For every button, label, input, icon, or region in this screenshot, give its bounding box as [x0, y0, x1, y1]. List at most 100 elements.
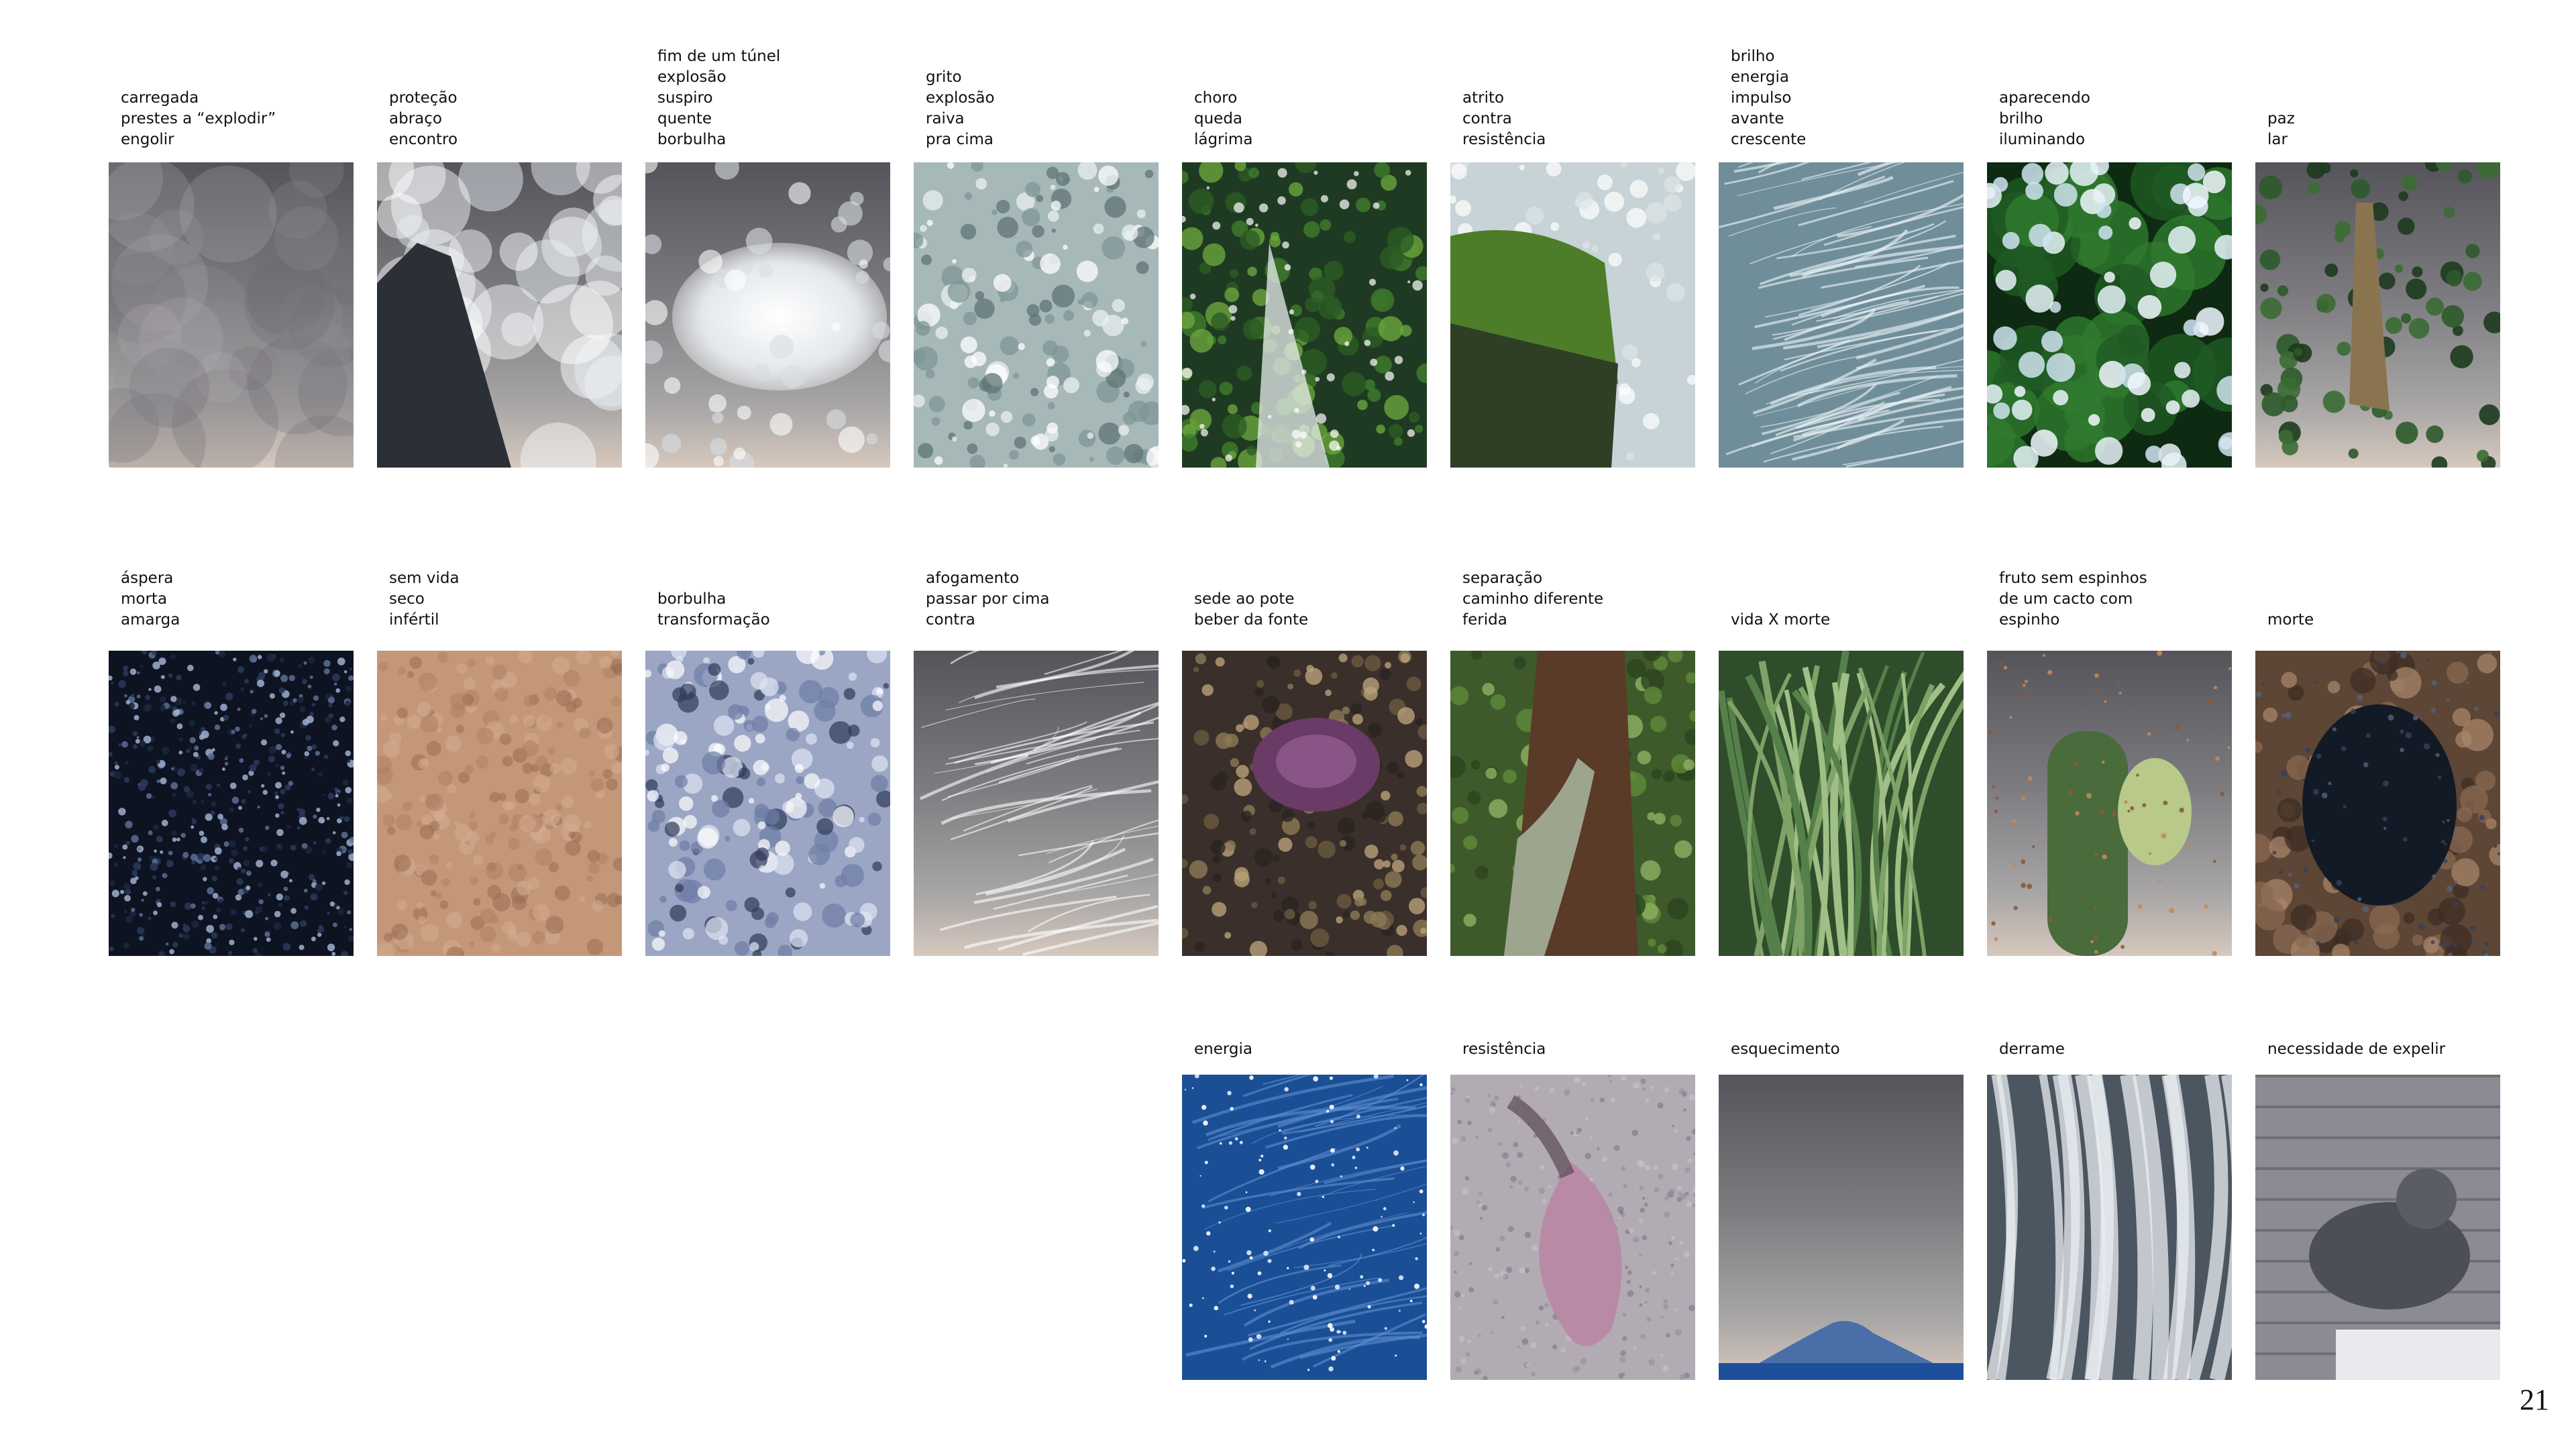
photo-cloudy-sky [109, 162, 354, 468]
photo-dark-seed-texture [109, 651, 354, 956]
photo-pink-petal-on-sand [1450, 1075, 1695, 1380]
caption-line: explosão [657, 68, 727, 86]
caption-line: energia [1194, 1040, 1253, 1058]
photo-distant-island [1719, 1075, 1964, 1380]
photo-foam-over-rocks [645, 162, 890, 468]
caption-line: espinho [1999, 611, 2060, 629]
caption-line: avante [1731, 110, 1784, 127]
photo-dark-seed-pod [2255, 651, 2500, 956]
caption-line: beber da fonte [1194, 611, 1309, 629]
caption-line: pra cima [926, 131, 994, 148]
caption-line: energia [1731, 68, 1790, 86]
caption-line: carregada [121, 89, 199, 107]
page: { "page_number": "21", "rows": [ [ {"lin… [0, 0, 2576, 1449]
caption-line: morta [121, 590, 168, 608]
caption-line: crescente [1731, 131, 1807, 148]
caption-line: brilho [1999, 110, 2043, 127]
caption-line: iluminando [1999, 131, 2086, 148]
caption-line: esquecimento [1731, 1040, 1840, 1058]
caption-line: borbulha [657, 590, 727, 608]
caption-line: vida X morte [1731, 611, 1831, 629]
caption-line: encontro [389, 131, 458, 148]
caption-line: suspiro [657, 89, 713, 107]
photo-crab-on-rock [1182, 651, 1427, 956]
caption-line: engolir [121, 131, 174, 148]
caption-line: ferida [1462, 611, 1507, 629]
caption-line: explosão [926, 89, 995, 107]
photo-water-splash [914, 162, 1159, 468]
caption-line: contra [926, 611, 975, 629]
caption: necessidade de expelir [2267, 1039, 2445, 1060]
caption-line: infértil [389, 611, 439, 629]
caption-line: seco [389, 590, 425, 608]
caption-line: paz [2267, 110, 2295, 127]
caption: atrito contra resistência [1462, 88, 1546, 150]
caption-line: morte [2267, 611, 2314, 629]
caption-line: lágrima [1194, 131, 1253, 148]
caption: fruto sem espinhos de um cacto com espinho [1999, 568, 2147, 631]
caption-line: abraço [389, 110, 442, 127]
caption: borbulha transformação [657, 589, 770, 631]
caption: áspera morta amarga [121, 568, 180, 631]
caption-line: contra [1462, 110, 1512, 127]
photo-bubbles-texture [645, 651, 890, 956]
caption: paz lar [2267, 109, 2295, 150]
caption-line: quente [657, 110, 712, 127]
photo-sparkling-sea [1182, 1075, 1427, 1380]
photo-rock-in-mist [377, 162, 622, 468]
caption-line: separação [1462, 570, 1543, 587]
caption-line: brilho [1731, 48, 1775, 65]
page-number: 21 [2520, 1383, 2549, 1416]
caption-line: queda [1194, 110, 1243, 127]
caption-line: fim de um túnel [657, 48, 781, 65]
photo-agave-plant [1719, 651, 1964, 956]
caption-line: atrito [1462, 89, 1505, 107]
caption-line: sede ao pote [1194, 590, 1295, 608]
photo-bokeh-leaves [1987, 162, 2232, 468]
caption-line: passar por cima [926, 590, 1050, 608]
caption: separação caminho diferente ferida [1462, 568, 1603, 631]
caption-line: amarga [121, 611, 180, 629]
caption-line: caminho diferente [1462, 590, 1604, 608]
caption: aparecendo brilho iluminando [1999, 88, 2090, 150]
caption: resistência [1462, 1039, 1546, 1060]
photo-mossy-waterfall [1182, 162, 1427, 468]
photo-dry-sand-texture [377, 651, 622, 956]
caption-line: choro [1194, 89, 1238, 107]
photo-cactus-with-fruit [1987, 651, 2232, 956]
photo-white-streaked-rock [1987, 1075, 2232, 1380]
caption-line: impulso [1731, 89, 1792, 107]
photo-wave-over-rock [914, 651, 1159, 956]
caption-line: transformação [657, 611, 770, 629]
caption-line: proteção [389, 89, 458, 107]
caption-line: resistência [1462, 1040, 1546, 1058]
caption-line: resistência [1462, 131, 1546, 148]
caption-line: afogamento [926, 570, 1020, 587]
caption: afogamento passar por cima contra [926, 568, 1050, 631]
caption-line: sem vida [389, 570, 460, 587]
caption: morte [2267, 610, 2314, 631]
caption-line: de um cacto com [1999, 590, 2133, 608]
caption-line: raiva [926, 110, 965, 127]
caption-line: necessidade de expelir [2267, 1040, 2446, 1058]
caption: derrame [1999, 1039, 2065, 1060]
caption: choro queda lágrima [1194, 88, 1252, 150]
caption: esquecimento [1731, 1039, 1840, 1060]
caption: fim de um túnel explosão suspiro quente borb… [657, 46, 780, 150]
caption-line: grito [926, 68, 962, 86]
caption-line: áspera [121, 570, 174, 587]
caption-line: prestes a “explodir” [121, 110, 276, 127]
caption: sede ao pote beber da fonte [1194, 589, 1308, 631]
caption: sem vida seco infértil [389, 568, 460, 631]
caption-line: derrame [1999, 1040, 2065, 1058]
photo-wave-hitting-moss-rock [1450, 162, 1695, 468]
caption-line: lar [2267, 131, 2288, 148]
caption: grito explosão raiva pra cima [926, 67, 995, 150]
caption: brilho energia impulso avante crescente [1731, 46, 1806, 150]
caption-line: fruto sem espinhos [1999, 570, 2147, 587]
photo-streaking-water [1719, 162, 1964, 468]
photo-tree-trunk [1450, 651, 1695, 956]
photo-pigeon [2255, 1075, 2500, 1380]
caption: carregada prestes a “explodir” engolir [121, 88, 276, 150]
caption: energia [1194, 1039, 1252, 1060]
